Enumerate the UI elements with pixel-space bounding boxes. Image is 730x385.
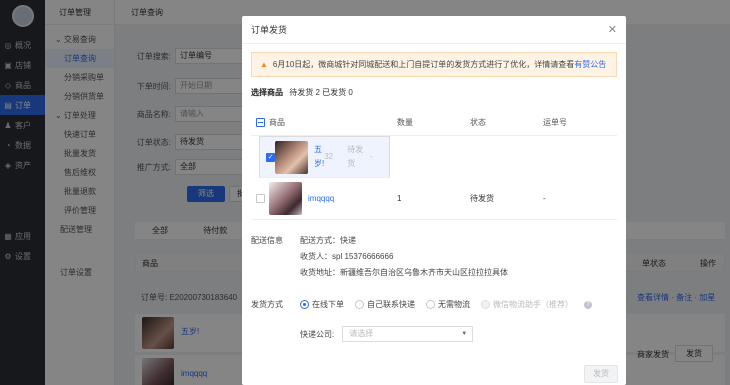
tracking-number: - [543,194,546,203]
delivery-info-label: 配送信息 [251,236,283,245]
courier-label: 快递公司: [300,329,335,339]
ship-method-label: 发货方式 [251,300,283,309]
goods-table-header: 商品 数量 状态 运单号 [251,110,617,136]
product-status: 待发货 [347,145,364,168]
ship-method-row: 发货方式 在线下单 自己联系快递 无需物流 微信物流助手（推荐） ? [251,299,617,310]
dialog-header: 订单发货 ✕ [242,16,626,44]
select-goods-row: 选择商品 待发货 2 已发货 0 [251,87,353,98]
row-checkbox[interactable] [255,194,265,203]
receiver-info: 收货人：spl 15376666666 [300,252,394,261]
delivery-method: 配送方式：快递 [300,236,356,245]
notice-text: 6月10日起，微商城针对同城配送和上门自提订单的发货方式进行了优化，详情请查看有… [272,60,607,69]
ship-option-radio[interactable] [481,300,490,309]
product-name[interactable]: 五岁! [314,143,324,171]
ship-option-radio[interactable] [426,300,435,309]
col-qty: 数量 [397,118,413,127]
col-status: 状态 [470,118,486,127]
tracking-number: - [370,152,373,161]
confirm-ship-button[interactable]: 发货 [584,365,618,383]
chevron-down-icon: ▼ [461,331,468,337]
product-name[interactable]: imqqqq [308,194,334,203]
courier-row: 快递公司: 请选择 ▼ [300,326,474,342]
ship-option-label: 在线下单 [312,300,344,309]
help-icon[interactable]: ? [584,300,592,309]
notice-banner: ▲ 6月10日起，微商城针对同城配送和上门自提订单的发货方式进行了优化，详情请查… [251,52,617,77]
goods-row[interactable]: imqqqq 1 待发货 - [251,178,617,220]
ship-option-label: 自己联系快递 [367,300,415,309]
ship-option-label: 无需物流 [438,300,470,309]
ship-option-radio[interactable] [355,300,364,309]
col-tracking: 运单号 [543,118,567,127]
goods-table: 商品 数量 状态 运单号 ✓ 五岁! 32 待发货 - imqqqq 1 待发货… [251,110,617,220]
select-all-checkbox[interactable] [255,118,265,127]
ship-option[interactable]: 微信物流助手（推荐） [481,299,573,310]
warning-icon: ▲ [260,60,268,69]
app-root: ◎ 概况 ▣ 店铺 ◇ 商品 ▤ 订单 ♟ 客户 ◔ 数据 ◈ 资产 ▦ 应用 ⚙ 设置 订单管理 ⌄ 交易查询… [0,0,730,385]
ship-option-label: 微信物流助手（推荐） [493,300,573,309]
ship-option[interactable]: 无需物流 [426,299,470,310]
courier-select[interactable]: 请选择 ▼ [342,326,474,342]
notice-link[interactable]: 有赞公告 [574,60,606,69]
ship-option-radio[interactable] [300,300,309,309]
dialog-title: 订单发货 [251,25,288,35]
close-icon[interactable]: ✕ [608,16,617,44]
row-checkbox[interactable]: ✓ [266,152,275,162]
product-thumbnail [269,182,302,215]
product-qty: 32 [324,152,334,161]
select-goods-label: 选择商品 [251,88,283,97]
product-qty: 1 [397,194,402,203]
receiver-address: 收货地址：新疆维吾尔自治区乌鲁木齐市天山区拉拉拉具体 [300,268,508,277]
goods-row[interactable]: ✓ 五岁! 32 待发货 - [259,136,390,178]
col-goods: 商品 [269,118,285,127]
ship-option[interactable]: 自己联系快递 [355,299,415,310]
product-status: 待发货 [470,194,494,203]
select-goods-counts: 待发货 2 已发货 0 [289,88,353,97]
ship-order-dialog: 订单发货 ✕ ▲ 6月10日起，微商城针对同城配送和上门自提订单的发货方式进行了… [242,16,626,385]
product-thumbnail [275,140,308,174]
ship-option[interactable]: 在线下单 [300,299,344,310]
